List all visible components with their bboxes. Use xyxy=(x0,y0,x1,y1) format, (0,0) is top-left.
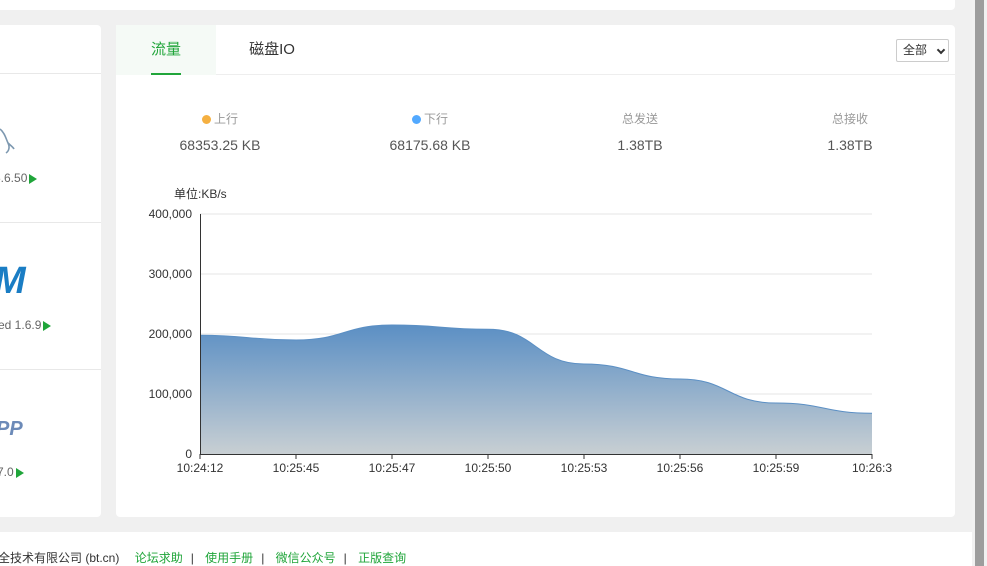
y-tick-label: 400,000 xyxy=(149,207,193,221)
tab-active-indicator xyxy=(151,73,181,75)
traffic-area xyxy=(200,325,872,454)
stat-label: 总接收 xyxy=(831,112,868,126)
tab-bar: 流量 磁盘IO 全部 xyxy=(116,25,955,75)
select-value: 全部 xyxy=(903,43,928,57)
upload-dot-icon xyxy=(201,115,211,124)
footer-separator: | xyxy=(261,551,265,565)
divider xyxy=(0,222,101,223)
x-tick-label: 10:25:47 xyxy=(369,461,416,475)
vertical-scrollbar[interactable] xyxy=(972,0,987,566)
play-icon[interactable] xyxy=(29,173,38,184)
network-filter-select[interactable]: 全部 xyxy=(896,39,949,62)
footer-company: 安全技术有限公司 (bt.cn) xyxy=(0,551,120,565)
tab-disk-io[interactable]: 磁盘IO xyxy=(240,25,304,75)
play-icon[interactable] xyxy=(15,467,24,478)
traffic-monitor-card: 流量 磁盘IO 全部 上行 68353.25 KB 下行 68175.68 KB… xyxy=(116,25,955,517)
x-tick-label: 10:25:50 xyxy=(465,461,512,475)
software-version[interactable]: 5.6.50 xyxy=(0,171,38,185)
stat-upload: 上行 68353.25 KB xyxy=(170,111,270,153)
tab-label: 流量 xyxy=(150,41,181,58)
x-tick-label: 10:25:45 xyxy=(273,461,320,475)
stat-download: 下行 68175.68 KB xyxy=(380,111,480,153)
footer-link-wechat[interactable]: 微信公众号 xyxy=(276,551,336,565)
software-version[interactable]: ed 1.6.9 xyxy=(0,318,52,332)
pm-logo-icon: M xyxy=(0,261,26,301)
software-version[interactable]: 7.0 xyxy=(0,465,24,479)
download-dot-icon xyxy=(411,115,421,124)
footer-link-license[interactable]: 正版查询 xyxy=(358,551,406,565)
stat-total-received: 总接收 1.38TB xyxy=(810,111,890,153)
stat-value: 68175.68 KB xyxy=(389,137,471,153)
page-footer: 安全技术有限公司 (bt.cn) 论坛求助 | 使用手册 | 微信公众号 | 正版查询 xyxy=(0,532,972,566)
x-tick-label: 10:25:56 xyxy=(657,461,704,475)
footer-separator: | xyxy=(190,551,194,565)
x-tick-label: 10:25:59 xyxy=(753,461,800,475)
php-logo-icon: PP xyxy=(0,418,23,440)
tab-traffic[interactable]: 流量 xyxy=(116,25,216,75)
footer-link-forum[interactable]: 论坛求助 xyxy=(135,551,183,565)
y-tick-label: 300,000 xyxy=(149,267,193,281)
scrollbar-thumb[interactable] xyxy=(975,0,984,566)
stat-value: 1.38TB xyxy=(827,137,873,153)
chevron-down-icon xyxy=(936,45,946,55)
divider xyxy=(0,369,101,370)
divider xyxy=(0,73,101,74)
stat-label: 总发送 xyxy=(621,112,658,126)
footer-link-manual[interactable]: 使用手册 xyxy=(205,551,253,565)
x-tick-label: 10:25:53 xyxy=(561,461,608,475)
stat-label: 上行 xyxy=(213,112,238,126)
top-panel-edge xyxy=(0,0,955,10)
software-list-card: 5.6.50 M ed 1.6.9 PP 7.0 xyxy=(0,25,101,517)
y-tick-label: 200,000 xyxy=(149,327,193,341)
x-tick-label: 10:26:3 xyxy=(852,461,892,475)
stat-value: 68353.25 KB xyxy=(179,137,261,153)
traffic-area-chart[interactable]: 0 100,000 200,000 300,000 400,000 10:24:12 10:… xyxy=(136,200,916,500)
x-tick-label: 10:24:12 xyxy=(177,461,224,475)
stat-label: 下行 xyxy=(423,112,448,126)
footer-separator: | xyxy=(343,551,347,565)
play-icon[interactable] xyxy=(43,320,52,331)
mysql-dolphin-icon xyxy=(0,128,15,154)
stat-total-sent: 总发送 1.38TB xyxy=(600,111,680,153)
y-tick-label: 0 xyxy=(185,447,192,461)
tab-label: 磁盘IO xyxy=(249,41,295,58)
y-tick-label: 100,000 xyxy=(149,387,193,401)
stat-value: 1.38TB xyxy=(617,137,663,153)
